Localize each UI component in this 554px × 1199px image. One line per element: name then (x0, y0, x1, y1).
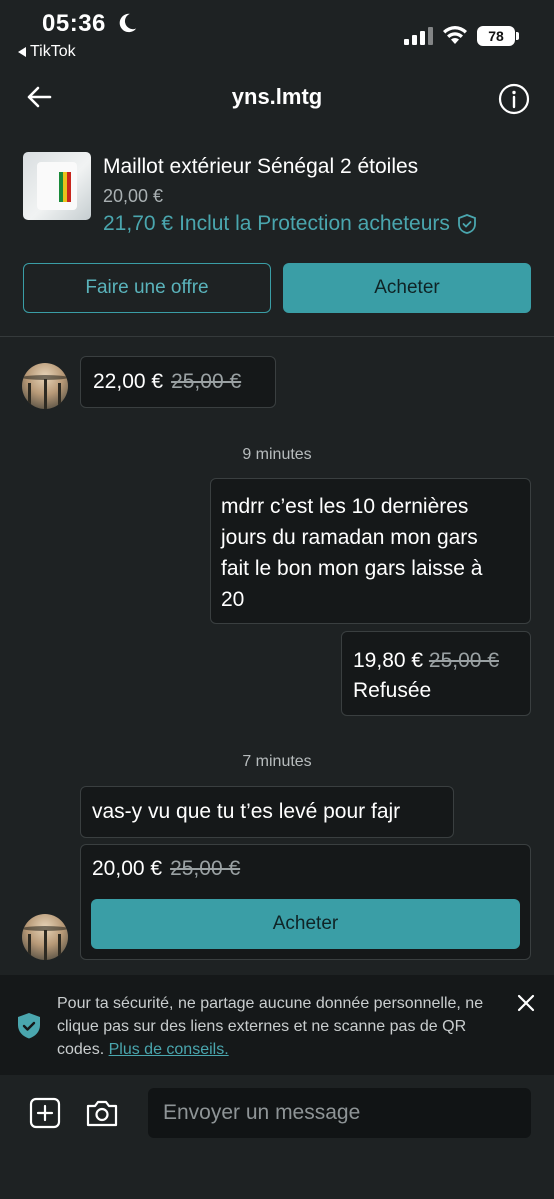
more-tips-link[interactable]: Plus de conseils. (109, 1041, 229, 1058)
battery-icon: 78 (477, 26, 519, 46)
product-thumbnail[interactable] (23, 152, 91, 220)
back-triangle-icon (18, 47, 26, 57)
received-offer-bubble: 20,00 € 25,00 € Acheter (80, 844, 531, 960)
message-line: 20 (221, 588, 245, 611)
protection-label: Inclut la Protection acheteurs (179, 212, 450, 235)
offer-old-price: 25,00 € (171, 370, 242, 393)
timestamp: 9 minutes (242, 446, 312, 463)
offer-old-price: 25,00 € (170, 857, 241, 880)
product-title[interactable]: Maillot extérieur Sénégal 2 étoiles (103, 155, 418, 179)
close-icon[interactable] (516, 993, 536, 1013)
moon-icon (119, 13, 137, 33)
camera-icon[interactable] (85, 1097, 119, 1129)
wifi-icon (443, 26, 467, 44)
product-price: 20,00 € (103, 186, 164, 206)
avatar[interactable] (22, 363, 68, 409)
buy-button[interactable]: Acheter (283, 263, 531, 313)
product-total-price[interactable]: 21,70 € Inclut la Protection acheteurs (103, 212, 478, 236)
add-attachment-icon[interactable] (29, 1097, 61, 1129)
make-offer-button[interactable]: Faire une offre (23, 263, 271, 313)
shield-check-icon (458, 214, 476, 234)
sent-offer-bubble: 19,80 € 25,00 € Refusée (341, 631, 531, 716)
message-line: jours du ramadan mon gars (221, 526, 478, 549)
info-icon[interactable] (498, 83, 530, 115)
message-input[interactable]: Envoyer un message (148, 1088, 531, 1138)
offer-price: 22,00 € (93, 370, 164, 393)
offer-price: 20,00 € (92, 857, 163, 880)
conversation-title: yns.lmtg (231, 84, 323, 109)
jersey-image (37, 162, 77, 210)
shield-check-icon (18, 1013, 40, 1039)
divider (0, 336, 554, 337)
back-app-label: TikTok (30, 43, 76, 60)
received-message: vas-y vu que tu t’es levé pour fajr (80, 786, 454, 838)
avatar[interactable] (22, 914, 68, 960)
offer-price: 19,80 € (353, 649, 424, 672)
offer-status: Refusée (353, 679, 432, 702)
signal-icon (404, 27, 433, 45)
offer-buy-button[interactable]: Acheter (91, 899, 520, 949)
message-line: mdrr c’est les 10 dernières (221, 495, 469, 518)
security-text: Pour ta sécurité, ne partage aucune donn… (57, 992, 507, 1061)
message-line: fait le bon mon gars laisse à (221, 557, 483, 580)
sent-message: mdrr c’est les 10 dernières jours du ram… (210, 478, 531, 624)
offer-old-price: 25,00 € (428, 649, 499, 672)
timestamp: 7 minutes (242, 753, 312, 770)
status-time: 05:36 (42, 10, 106, 37)
offer-bubble: 22,00 € 25,00 € (80, 356, 276, 408)
back-to-app[interactable]: TikTok (18, 43, 76, 61)
total-price-value: 21,70 € (103, 212, 174, 235)
